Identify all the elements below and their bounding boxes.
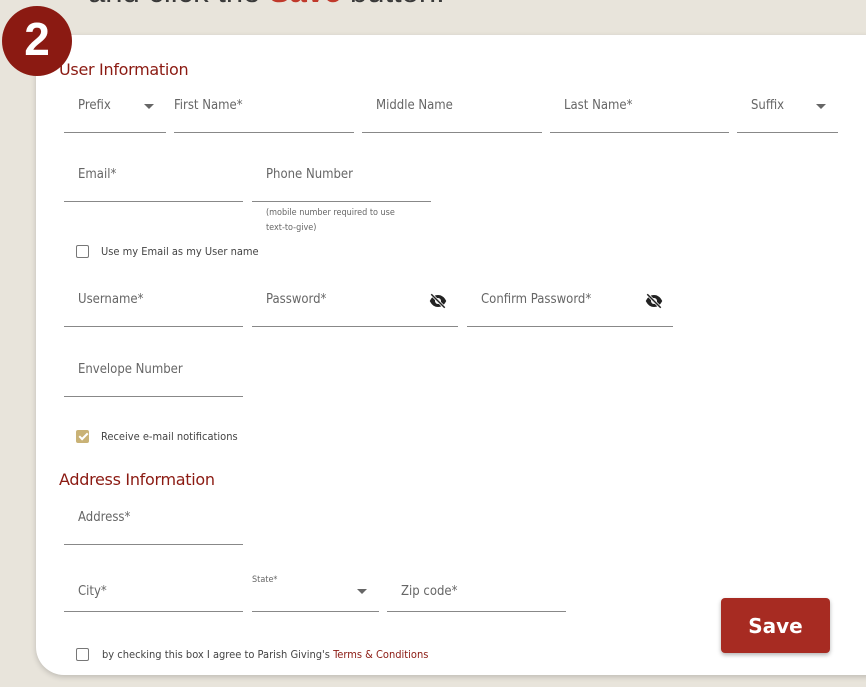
confirm-password-field[interactable]: Confirm Password* [467,278,673,327]
terms-prefix-text: by checking this box I agree to Parish G… [102,648,334,661]
terms-conditions-link[interactable]: Terms & Conditions [333,648,428,661]
instruction-text: and click the Save button. [88,0,445,10]
phone-helper-line-1: (mobile number required to use [266,208,395,218]
address-information-title: Address Information [59,470,215,489]
first-name-field[interactable]: First Name* [174,84,354,133]
suffix-label: Suffix [751,98,785,113]
email-notifications-option[interactable]: Receive e-mail notifications [76,430,238,443]
zip-code-field[interactable]: Zip code* [387,563,566,612]
notifications-label: Receive e-mail notifications [101,430,238,443]
chevron-down-icon [357,589,367,594]
terms-text: by checking this box I agree to Parish G… [102,648,428,661]
user-information-title: User Information [59,60,189,79]
city-label: City* [78,584,107,599]
step-number-badge: 2 [2,6,72,76]
phone-number-field[interactable]: Phone Number [252,153,431,202]
last-name-field[interactable]: Last Name* [550,84,729,133]
email-label: Email* [78,167,117,182]
chevron-down-icon [816,104,826,109]
instruction-suffix: button. [341,0,445,9]
username-field[interactable]: Username* [64,278,243,327]
prefix-select[interactable]: Prefix [64,84,166,133]
username-label: Username* [78,292,144,307]
middle-name-label: Middle Name [376,98,453,113]
first-name-label: First Name* [174,98,243,113]
last-name-label: Last Name* [564,98,633,113]
confirm-password-label: Confirm Password* [481,292,592,307]
use-email-label: Use my Email as my User name [101,245,259,258]
instruction-highlight: Save [269,0,341,9]
password-field[interactable]: Password* [252,278,458,327]
instruction-prefix: and click the [88,0,269,9]
envelope-number-label: Envelope Number [78,362,183,377]
terms-agreement-option[interactable]: by checking this box I agree to Parish G… [76,648,428,661]
password-label: Password* [266,292,327,307]
suffix-select[interactable]: Suffix [737,84,838,133]
zip-code-label: Zip code* [401,584,458,599]
state-label: State* [252,575,278,585]
notifications-checkbox[interactable] [76,430,89,443]
save-button[interactable]: Save [721,598,830,653]
terms-checkbox[interactable] [76,648,89,661]
phone-helper-line-2: text-to-give) [266,223,317,233]
state-select[interactable]: State* [252,563,379,612]
chevron-down-icon [144,104,154,109]
phone-helper-text: (mobile number required to use text-to-g… [266,206,395,236]
phone-number-label: Phone Number [266,167,353,182]
city-field[interactable]: City* [64,563,243,612]
eye-slash-icon[interactable] [428,292,448,310]
eye-slash-icon[interactable] [644,292,664,310]
address-field[interactable]: Address* [64,496,243,545]
use-email-checkbox[interactable] [76,245,89,258]
address-label: Address* [78,510,131,525]
email-field[interactable]: Email* [64,153,243,202]
middle-name-field[interactable]: Middle Name [362,84,542,133]
envelope-number-field[interactable]: Envelope Number [64,348,243,397]
prefix-label: Prefix [78,98,111,113]
use-email-as-username-option[interactable]: Use my Email as my User name [76,245,259,258]
